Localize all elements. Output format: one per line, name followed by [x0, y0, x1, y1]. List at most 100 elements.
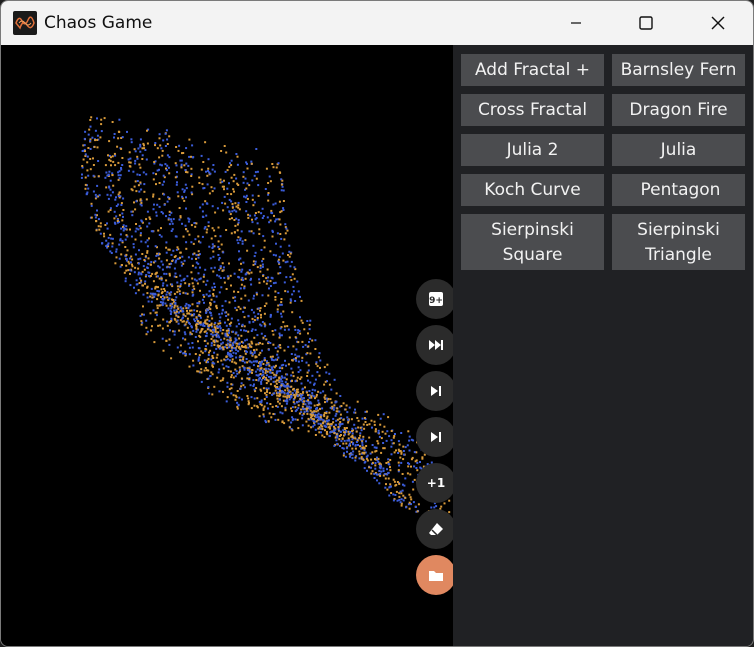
fractal-point [229, 274, 232, 277]
fractal-sierpinski-triangle-button[interactable]: Sierpinski Triangle [612, 214, 745, 270]
fractal-point [170, 218, 172, 221]
step-button[interactable] [416, 417, 456, 457]
fractal-point [212, 270, 215, 273]
fractal-point [135, 227, 138, 230]
fractal-point [213, 344, 216, 346]
fractal-point [248, 269, 251, 272]
fractal-point [244, 294, 247, 297]
fractal-panel: Add Fractal + Barnsley Fern Cross Fracta… [453, 45, 753, 646]
fractal-point [245, 161, 248, 164]
fractal-point [351, 432, 354, 435]
fractal-point [315, 361, 318, 364]
fractal-point [145, 326, 148, 329]
fractal-point [306, 375, 309, 377]
open-folder-button[interactable] [416, 555, 456, 595]
fractal-point [129, 272, 131, 275]
fractal-point [210, 358, 213, 361]
fractal-julia-button[interactable]: Julia [612, 134, 745, 166]
fractal-point [208, 171, 211, 174]
fractal-point [363, 467, 366, 470]
fractal-point [388, 494, 391, 497]
fractal-point [225, 315, 228, 317]
fractal-point [287, 345, 290, 348]
fractal-point [109, 188, 112, 191]
fractal-point [252, 204, 255, 207]
fractal-canvas[interactable] [1, 45, 453, 646]
fractal-point [210, 267, 213, 270]
minimize-button[interactable] [553, 1, 599, 45]
fractal-point [158, 277, 161, 280]
fractal-point [114, 198, 117, 201]
add-fractal-button[interactable]: Add Fractal + [461, 54, 604, 86]
fractal-point [243, 306, 246, 309]
fractal-point [373, 446, 376, 449]
fractal-point [301, 388, 304, 391]
maximize-button[interactable] [623, 1, 669, 45]
fractal-point [230, 284, 232, 287]
fractal-point [187, 304, 190, 307]
fractal-point [199, 241, 202, 244]
fractal-point [270, 276, 273, 279]
fast-forward-button[interactable] [416, 325, 456, 365]
fractal-point [241, 345, 243, 347]
fractal-point [227, 334, 230, 337]
fractal-point [191, 282, 194, 285]
eraser-icon [429, 523, 443, 536]
fractal-point [160, 235, 163, 238]
close-button[interactable] [695, 1, 741, 45]
fractal-point [159, 324, 162, 327]
fractal-point [175, 296, 178, 299]
fractal-point [176, 246, 179, 249]
fractal-point [146, 210, 149, 213]
fractal-point [276, 232, 279, 235]
fractal-point [234, 296, 237, 299]
fractal-pentagon-thingy-button[interactable]: Pentagon Thingy [612, 174, 745, 206]
fractal-point [234, 341, 236, 344]
fractal-point [215, 295, 218, 298]
fractal-point [296, 388, 298, 391]
fractal-point [218, 313, 221, 316]
step-forward-button[interactable] [416, 371, 456, 411]
fractal-point [314, 378, 317, 381]
fractal-point [161, 304, 164, 306]
fractal-point [345, 404, 348, 407]
fractal-point [224, 321, 226, 324]
fractal-point [129, 228, 131, 231]
fractal-point [118, 177, 121, 180]
fractal-point [238, 268, 241, 271]
fractal-point [217, 254, 220, 256]
fractal-point [162, 212, 164, 215]
fractal-point [286, 260, 289, 263]
add-points-button[interactable]: 9+ [416, 279, 456, 319]
fractal-point [210, 333, 213, 336]
fractal-point [168, 297, 171, 300]
fractal-point [224, 334, 227, 337]
fractal-point [257, 307, 260, 310]
fractal-point [146, 225, 149, 228]
fractal-dragon-fire-button[interactable]: Dragon Fire [612, 94, 745, 126]
fractal-point [241, 365, 244, 368]
fractal-point [242, 171, 245, 174]
fractal-point [176, 181, 178, 184]
fractal-julia-2-button[interactable]: Julia 2 [461, 134, 604, 166]
fractal-point [277, 304, 280, 307]
fractal-barnsley-fern-button[interactable]: Barnsley Fern [612, 54, 745, 86]
fractal-point [106, 174, 109, 177]
fractal-sierpinski-square-button[interactable]: Sierpinski Square [461, 214, 604, 270]
fractal-koch-curve-button[interactable]: Koch Curve [461, 174, 604, 206]
fractal-point [187, 164, 190, 167]
fractal-point [175, 146, 178, 148]
erase-button[interactable] [416, 509, 456, 549]
fractal-point [153, 341, 156, 344]
plus-one-button[interactable]: +1 [416, 463, 456, 503]
fractal-point [146, 142, 149, 145]
fractal-point [88, 128, 91, 131]
fractal-point [191, 277, 194, 280]
fractal-point [236, 155, 239, 158]
fractal-point [333, 444, 336, 447]
fractal-point [161, 263, 164, 266]
fractal-cross-fractal-button[interactable]: Cross Fractal [461, 94, 604, 126]
fractal-point [139, 232, 142, 235]
title-bar[interactable]: Chaos Game [1, 1, 753, 45]
fractal-point [229, 359, 231, 362]
